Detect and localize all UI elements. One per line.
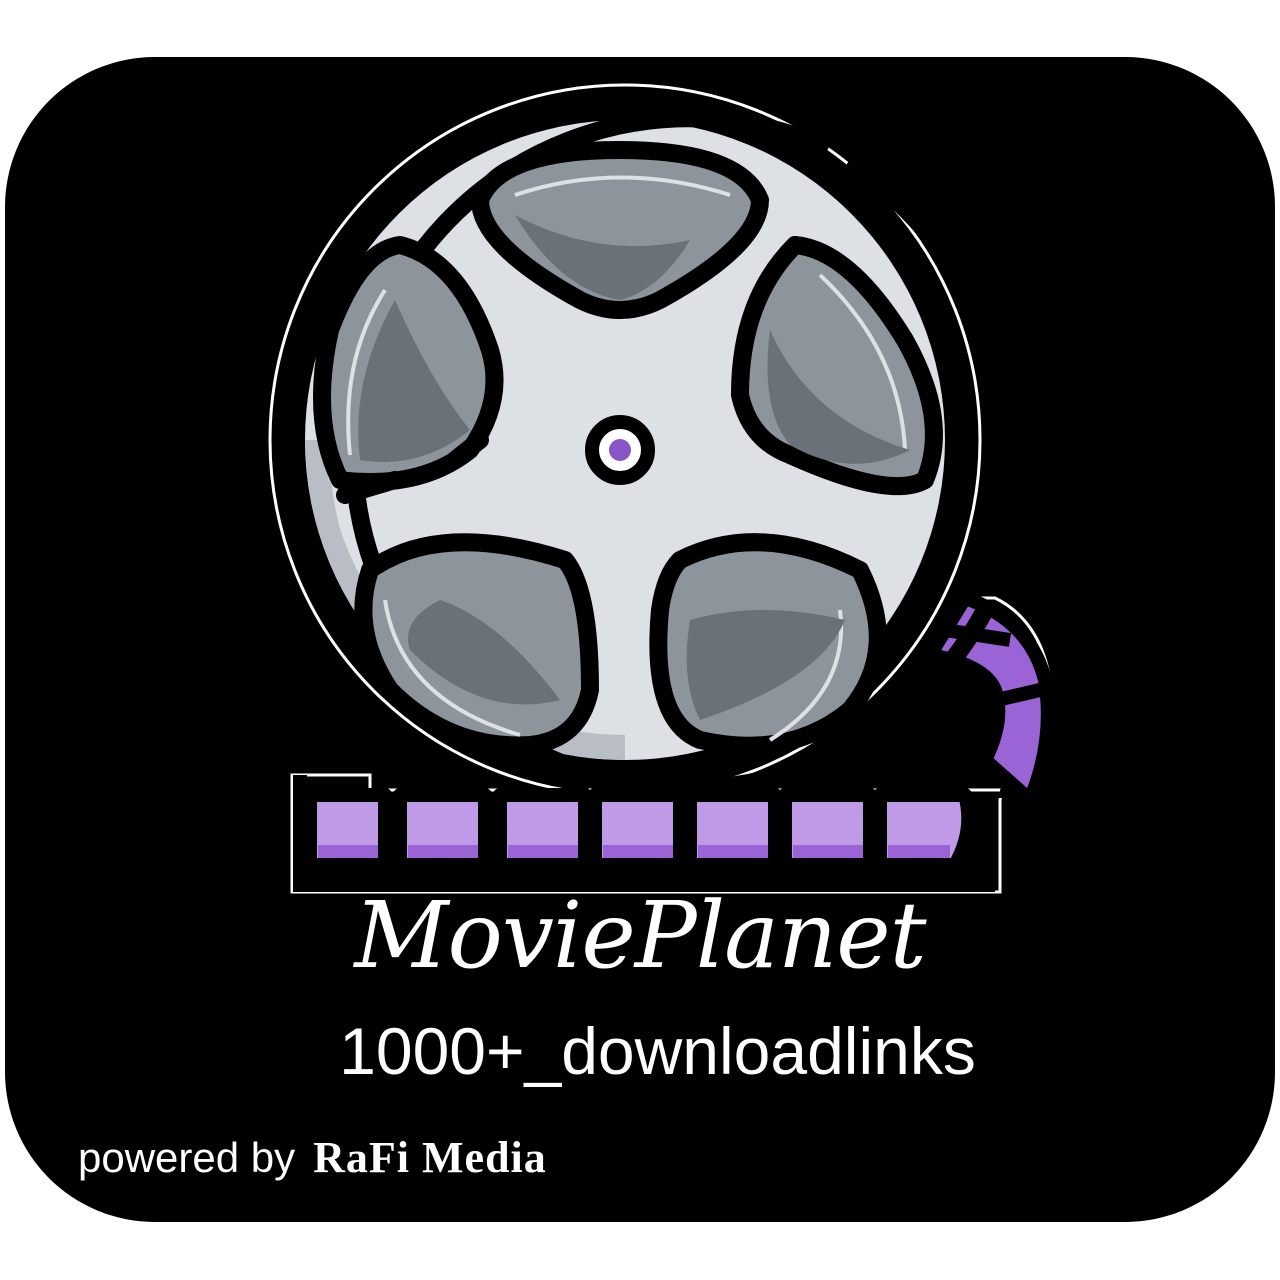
powered-by-label: powered by (78, 1134, 296, 1181)
footer-credit: powered by RaFi Media (78, 1136, 547, 1180)
film-reel-icon (268, 83, 1055, 894)
company-name: RaFi Media (313, 1133, 547, 1182)
brand-title: MoviePlanet (354, 882, 926, 989)
brand-subtitle: 1000+_downloadlinks (339, 1014, 976, 1088)
